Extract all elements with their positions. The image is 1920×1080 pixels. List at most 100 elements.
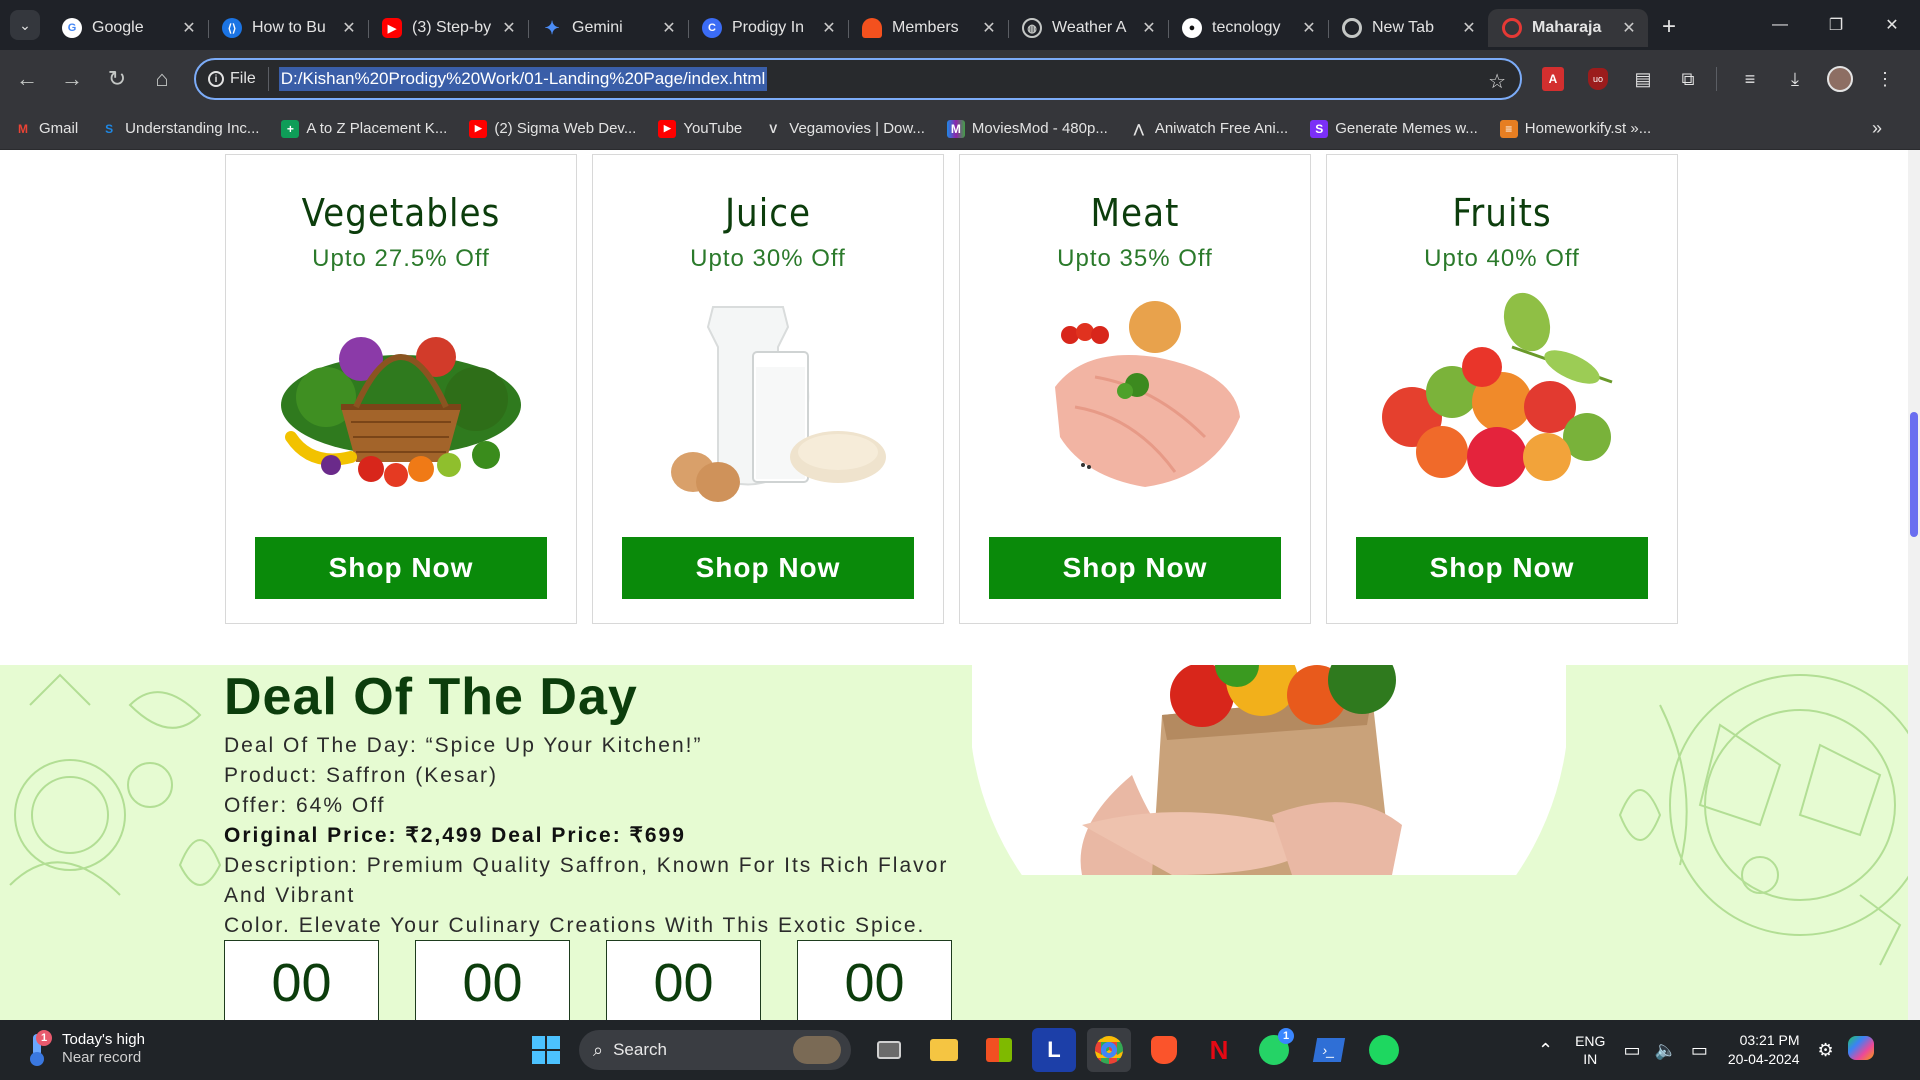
- copilot-icon[interactable]: [1847, 1035, 1874, 1065]
- m-icon: M: [946, 119, 965, 138]
- tab-close-icon[interactable]: ✕: [1300, 18, 1318, 38]
- shop-now-button[interactable]: Shop Now: [622, 537, 914, 599]
- language-top: ENG: [1575, 1033, 1606, 1049]
- tab-how-to-build[interactable]: ⟨⟩ How to Bu ✕: [208, 9, 368, 47]
- scrollbar-thumb[interactable]: [1910, 412, 1918, 537]
- clock[interactable]: 03:21 PM 20-04-2024: [1728, 1031, 1800, 1069]
- pdf-extension-icon[interactable]: A: [1536, 62, 1570, 96]
- google-icon: G: [62, 18, 82, 38]
- weather-widget[interactable]: 1 Today's high Near record: [24, 1028, 145, 1068]
- reading-list-icon[interactable]: ≡: [1733, 62, 1767, 96]
- tab-members[interactable]: Members ✕: [848, 9, 1008, 47]
- back-icon[interactable]: ←: [6, 58, 48, 100]
- l-app-icon[interactable]: L: [1032, 1028, 1076, 1072]
- tab-close-icon[interactable]: ✕: [660, 18, 678, 38]
- spotify-icon[interactable]: [1362, 1028, 1406, 1072]
- bookmark-sigma[interactable]: ▶ (2) Sigma Web Dev...: [469, 119, 636, 138]
- brave-icon[interactable]: [1142, 1028, 1186, 1072]
- printer-extension-icon[interactable]: ▤: [1626, 62, 1660, 96]
- tab-maharaja[interactable]: Maharaja ✕: [1488, 9, 1648, 47]
- bookmark-placement[interactable]: + A to Z Placement K...: [281, 119, 447, 138]
- network-icon[interactable]: ▭: [1623, 1040, 1640, 1061]
- menu-kebab-icon[interactable]: ⋮: [1868, 62, 1902, 96]
- puzzle-extensions-icon[interactable]: ⧉: [1671, 62, 1705, 96]
- url-text[interactable]: D:/Kishan%20Prodigy%20Work/01-Landing%20…: [278, 67, 768, 91]
- address-bar[interactable]: i File D:/Kishan%20Prodigy%20Work/01-Lan…: [194, 58, 1522, 100]
- bookmark-moviesmod[interactable]: M MoviesMod - 480p...: [946, 119, 1108, 138]
- bookmark-star-icon[interactable]: ☆: [1488, 69, 1506, 94]
- task-view-icon[interactable]: [867, 1028, 911, 1072]
- language-indicator[interactable]: ENG IN: [1575, 1032, 1605, 1068]
- bookmark-youtube[interactable]: ▶ YouTube: [658, 119, 742, 138]
- battery-icon[interactable]: ▭: [1691, 1040, 1708, 1061]
- bookmarks-bar: M Gmail S Understanding Inc... + A to Z Pla…: [0, 108, 1920, 150]
- search-placeholder: Search: [613, 1040, 667, 1059]
- forward-icon[interactable]: →: [51, 58, 93, 100]
- shop-now-button[interactable]: Shop Now: [1356, 537, 1648, 599]
- ublock-icon[interactable]: uo: [1581, 62, 1615, 96]
- bookmark-gmail[interactable]: M Gmail: [14, 120, 78, 138]
- bookmarks-overflow-icon[interactable]: »: [1872, 118, 1882, 139]
- browser-toolbar: ← → ↻ ⌂ i File D:/Kishan%20Prodigy%20Wor…: [0, 50, 1920, 108]
- settings-gear-icon[interactable]: ⚙: [1818, 1040, 1834, 1061]
- tab-prodigy[interactable]: C Prodigy In ✕: [688, 9, 848, 47]
- books-icon: ≡: [1499, 119, 1518, 138]
- tab-search-button[interactable]: ⌄: [10, 10, 40, 40]
- tab-title: Gemini: [572, 19, 623, 36]
- profile-avatar[interactable]: [1823, 62, 1857, 96]
- tab-new-tab[interactable]: New Tab ✕: [1328, 9, 1488, 47]
- shop-now-button[interactable]: Shop Now: [255, 537, 547, 599]
- powershell-icon[interactable]: ›_: [1307, 1028, 1351, 1072]
- tab-tecnology[interactable]: ● tecnology ✕: [1168, 9, 1328, 47]
- bookmark-homeworkify[interactable]: ≡ Homeworkify.st »...: [1499, 119, 1651, 138]
- deal-price: Original Price: ₹2,499 Deal Price: ₹699: [224, 824, 686, 847]
- microsoft-store-icon[interactable]: [977, 1028, 1021, 1072]
- tab-step-by-step[interactable]: ▶ (3) Step-by ✕: [368, 9, 528, 47]
- bookmark-aniwatch[interactable]: ⋀ Aniwatch Free Ani...: [1130, 120, 1288, 138]
- tab-close-icon[interactable]: ✕: [980, 18, 998, 38]
- tab-gemini[interactable]: ✦ Gemini ✕: [528, 9, 688, 47]
- tab-close-icon[interactable]: ✕: [1620, 18, 1638, 38]
- system-tray: ⌃ ENG IN ▭ 🔈 ▭ 03:21 PM 20-04-2024 ⚙: [1538, 1020, 1888, 1080]
- whatsapp-icon[interactable]: 1: [1252, 1028, 1296, 1072]
- taskbar-search[interactable]: ⌕ Search: [579, 1030, 851, 1070]
- new-tab-button[interactable]: +: [1662, 13, 1676, 41]
- category-card-fruits: Fruits Upto 40% Off Shop Now: [1326, 154, 1678, 624]
- tab-close-icon[interactable]: ✕: [180, 18, 198, 38]
- home-icon[interactable]: ⌂: [141, 58, 183, 100]
- bookmark-vegamovies[interactable]: V Vegamovies | Dow...: [764, 120, 925, 138]
- download-icon[interactable]: ⤓: [1778, 62, 1812, 96]
- category-title: Vegetables: [301, 191, 501, 235]
- prodigy-icon: C: [702, 18, 722, 38]
- volume-icon[interactable]: 🔈: [1654, 1040, 1676, 1061]
- tab-close-icon[interactable]: ✕: [1460, 18, 1478, 38]
- tab-close-icon[interactable]: ✕: [1140, 18, 1158, 38]
- s-icon: S: [105, 121, 114, 136]
- shop-now-button[interactable]: Shop Now: [989, 537, 1281, 599]
- milk-jug-image: [638, 287, 898, 507]
- tab-strip: ⌄ G Google ✕ ⟨⟩ How to Bu ✕ ▶ (3) Step-b…: [0, 0, 1920, 50]
- bookmark-understanding[interactable]: S Understanding Inc...: [100, 120, 259, 138]
- tab-google[interactable]: G Google ✕: [48, 9, 208, 47]
- tab-weather[interactable]: ◍ Weather A ✕: [1008, 9, 1168, 47]
- s-icon: S: [1310, 119, 1329, 138]
- windows-start-icon[interactable]: [524, 1028, 568, 1072]
- tab-title: New Tab: [1372, 19, 1434, 36]
- chevron-up-icon[interactable]: ⌃: [1538, 1040, 1553, 1061]
- restore-icon[interactable]: ❐: [1808, 0, 1864, 50]
- site-info-button[interactable]: i File: [208, 70, 256, 88]
- fruit-pile-image: [1372, 287, 1632, 507]
- close-window-icon[interactable]: ✕: [1864, 0, 1920, 50]
- chrome-taskbar-icon[interactable]: [1087, 1028, 1131, 1072]
- language-bottom: IN: [1583, 1051, 1598, 1067]
- netflix-icon[interactable]: N: [1197, 1028, 1241, 1072]
- bookmark-memes[interactable]: S Generate Memes w...: [1310, 119, 1478, 138]
- tab-close-icon[interactable]: ✕: [340, 18, 358, 38]
- reload-icon[interactable]: ↻: [96, 58, 138, 100]
- tab-close-icon[interactable]: ✕: [500, 18, 518, 38]
- tab-close-icon[interactable]: ✕: [820, 18, 838, 38]
- page-scrollbar[interactable]: [1908, 150, 1920, 1020]
- bookmark-label: Vegamovies | Dow...: [789, 120, 925, 137]
- minimize-icon[interactable]: —: [1752, 0, 1808, 50]
- file-explorer-icon[interactable]: [922, 1028, 966, 1072]
